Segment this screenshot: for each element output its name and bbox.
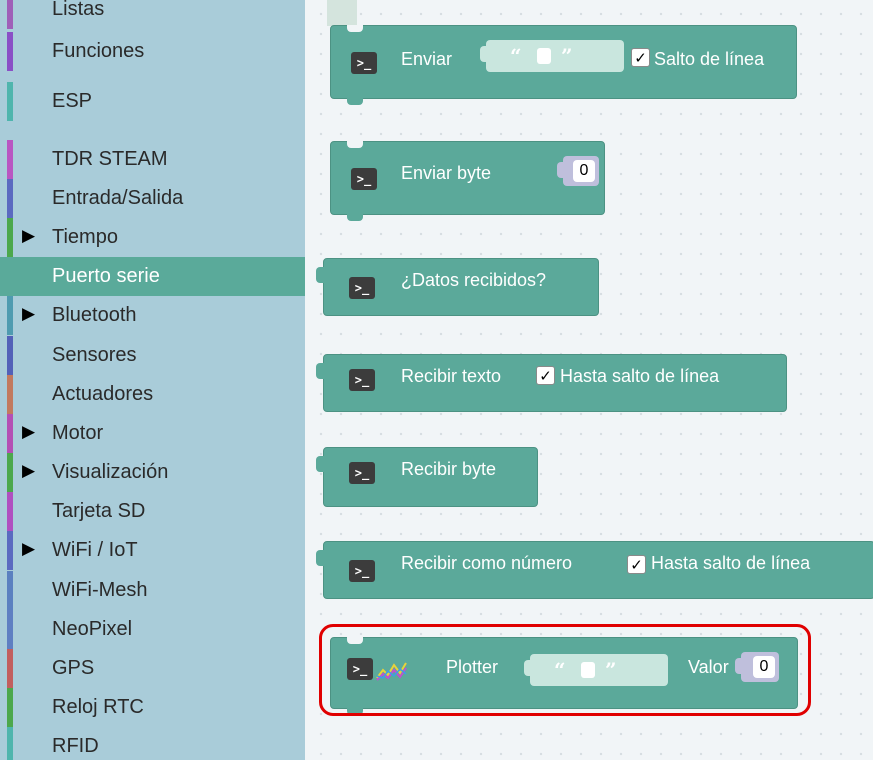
sidebar-item[interactable]: Actuadores (0, 375, 305, 414)
sidebar-item-label: Funciones (52, 40, 145, 62)
sidebar-item-label: Bluetooth (52, 304, 137, 326)
category-color-bar (7, 82, 13, 121)
checkbox-label: Hasta salto de línea (651, 553, 811, 573)
sidebar-item[interactable]: NeoPixel (0, 610, 305, 649)
terminal-icon: >_ (349, 277, 375, 299)
sidebar-item[interactable]: RFID (0, 727, 305, 760)
sidebar-item-label: Puerto serie (52, 265, 160, 287)
category-color-bar (7, 296, 13, 335)
block-datos-recibidos-label: ¿Datos recibidos? (401, 270, 547, 290)
sidebar-item-label: WiFi-Mesh (52, 579, 148, 601)
category-color-bar (7, 257, 13, 296)
category-color-bar (7, 414, 13, 453)
sidebar-item-label: RFID (52, 735, 99, 757)
block-datos-recibidos[interactable]: >_ ¿Datos recibidos? (316, 258, 599, 316)
checkbox-hasta-salto[interactable]: ✓ (627, 555, 646, 574)
sidebar-item-label: WiFi / IoT (52, 539, 138, 561)
expand-arrow-icon[interactable]: ▶ (22, 461, 35, 481)
sidebar-item[interactable]: ▶ WiFi / IoT (0, 531, 305, 570)
sidebar-item[interactable]: ▶ Bluetooth (0, 296, 305, 335)
sidebar-item-label: Motor (52, 422, 104, 444)
category-color-bar (7, 375, 13, 414)
sidebar-item-label: Tarjeta SD (52, 500, 146, 522)
block-enviar-byte[interactable]: >_ Enviar byte 0 (330, 141, 605, 221)
sidebar-item[interactable]: ▶ Visualización (0, 453, 305, 492)
number-value[interactable]: 0 (573, 160, 595, 182)
category-color-bar (7, 688, 13, 727)
category-color-bar (7, 336, 13, 375)
sidebar-item-label: ESP (52, 90, 93, 112)
close-quote: ” (561, 44, 573, 68)
sidebar-item[interactable]: GPS (0, 649, 305, 688)
sidebar-item-label: Visualización (52, 461, 169, 483)
sidebar-item-label: Actuadores (52, 383, 154, 405)
expand-arrow-icon[interactable]: ▶ (22, 304, 35, 324)
category-color-bar (7, 218, 13, 257)
sidebar-item-label: Entrada/Salida (52, 187, 184, 209)
terminal-icon: >_ (351, 168, 377, 190)
category-color-bar (7, 179, 13, 218)
block-recibir-texto-label: Recibir texto (401, 366, 502, 386)
category-color-bar (7, 727, 13, 760)
terminal-icon: >_ (349, 462, 375, 484)
terminal-icon: >_ (349, 560, 375, 582)
block-recibir-byte[interactable]: >_ Recibir byte (316, 447, 538, 507)
terminal-icon: >_ (351, 52, 377, 74)
open-quote: “ (510, 44, 522, 68)
expand-arrow-icon[interactable]: ▶ (22, 226, 35, 246)
block-recibir-texto[interactable]: >_ Recibir texto ✓ Hasta salto de línea (316, 354, 787, 412)
expand-arrow-icon[interactable]: ▶ (22, 539, 35, 559)
sidebar-item[interactable]: ESP (0, 82, 305, 121)
sidebar-item-label: Sensores (52, 344, 137, 366)
sidebar-item[interactable]: TDR STEAM (0, 140, 305, 179)
sidebar-item-label: Reloj RTC (52, 696, 144, 718)
block-stack-connector (327, 0, 357, 26)
sidebar-item-label: Tiempo (52, 226, 118, 248)
block-enviar[interactable]: >_ Enviar “ ” ✓ Salto de línea (330, 25, 797, 105)
checkbox-label: Salto de línea (654, 49, 765, 69)
sidebar-item[interactable]: Funciones (0, 32, 305, 71)
string-input-field[interactable]: “ ” (480, 40, 624, 72)
block-recibir-numero[interactable]: >_ Recibir como número ✓ Hasta salto de … (316, 541, 873, 599)
sidebar-item-label: GPS (52, 657, 95, 679)
category-sidebar: Listas Funciones ESP TDR STEAM Entrada/Salid… (0, 0, 305, 760)
category-color-bar (7, 492, 13, 531)
sidebar-item[interactable]: Sensores (0, 336, 305, 375)
category-color-bar (7, 610, 13, 649)
block-recibir-numero-label: Recibir como número (401, 553, 573, 573)
terminal-icon: >_ (349, 369, 375, 391)
sidebar-item[interactable]: WiFi-Mesh (0, 571, 305, 610)
sidebar-item-label: NeoPixel (52, 618, 133, 640)
highlight-box (319, 624, 811, 716)
checkbox-hasta-salto[interactable]: ✓ (536, 366, 555, 385)
sidebar-item-label: Listas (52, 0, 105, 20)
sidebar-item[interactable]: ▶ Motor (0, 414, 305, 453)
number-input-field[interactable]: 0 (557, 156, 599, 186)
expand-arrow-icon[interactable]: ▶ (22, 422, 35, 442)
sidebar-item[interactable]: Entrada/Salida (0, 179, 305, 218)
category-color-bar (7, 453, 13, 492)
category-color-bar (7, 32, 13, 71)
sidebar-item-label: TDR STEAM (52, 148, 168, 170)
sidebar-item[interactable]: Reloj RTC (0, 688, 305, 727)
sidebar-item[interactable]: ▶ Tiempo (0, 218, 305, 257)
block-recibir-byte-label: Recibir byte (401, 459, 497, 479)
sidebar-item[interactable]: Puerto serie (0, 257, 305, 296)
sidebar-item[interactable]: Tarjeta SD (0, 492, 305, 531)
checkbox-label: Hasta salto de línea (560, 366, 720, 386)
block-enviar-byte-label: Enviar byte (401, 163, 492, 183)
block-enviar-label: Enviar (401, 49, 453, 69)
category-color-bar (7, 571, 13, 610)
category-color-bar (7, 140, 13, 179)
category-color-bar (7, 531, 13, 570)
category-color-bar (7, 649, 13, 688)
sidebar-item[interactable]: Listas (0, 0, 305, 29)
string-value-box[interactable] (537, 48, 551, 64)
checkbox-salto-linea[interactable]: ✓ (631, 48, 650, 67)
category-color-bar (7, 0, 13, 29)
